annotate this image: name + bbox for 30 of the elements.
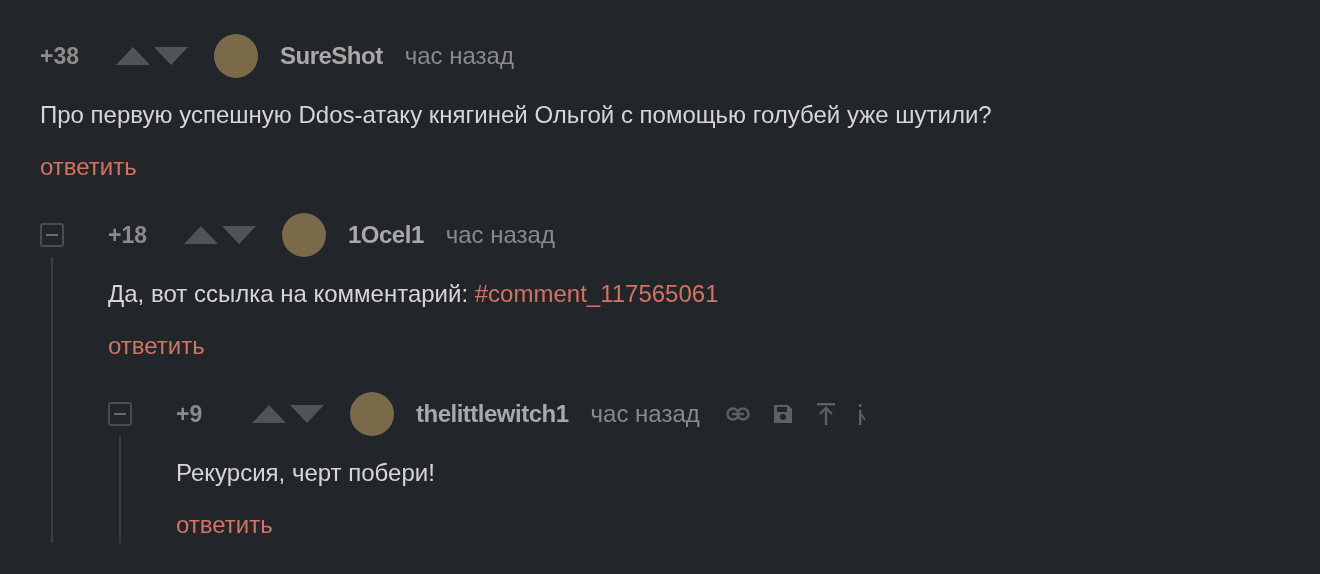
username[interactable]: thelittlewitch1 (416, 396, 569, 432)
comment-link[interactable]: #comment_117565061 (474, 280, 719, 307)
downvote-icon[interactable] (222, 226, 256, 244)
username[interactable]: 1Ocel1 (348, 217, 424, 253)
avatar[interactable] (214, 34, 258, 78)
rating: +9 (176, 399, 204, 429)
timestamp: час назад (445, 220, 555, 250)
save-icon[interactable] (771, 403, 794, 425)
reply-link[interactable]: ответить (176, 508, 273, 542)
username[interactable]: SureShot (280, 38, 383, 74)
downvote-icon[interactable] (290, 405, 324, 423)
comment-text: Рекурсия, черт побери! (176, 458, 436, 488)
upvote-icon[interactable] (184, 226, 218, 244)
link-icon[interactable] (725, 407, 750, 421)
collapse-button[interactable] (40, 223, 64, 247)
reply-link[interactable]: ответить (40, 150, 137, 184)
collapse-button[interactable] (108, 402, 132, 426)
upvote-icon[interactable] (252, 405, 286, 423)
avatar[interactable] (350, 392, 394, 436)
arrow-up-icon[interactable] (815, 402, 836, 426)
reply-link[interactable]: ответить (108, 329, 205, 363)
comment-text: Про первую успешную Ddos-атаку княгиней Ольгой с помощью голубей уже шутили? (40, 100, 993, 130)
timestamp: час назад (590, 399, 700, 429)
avatar[interactable] (282, 213, 326, 257)
rating: +38 (40, 41, 80, 71)
timestamp: час назад (404, 41, 514, 71)
comment-text: Да, вот ссылка на комментарий: #comment_117565061 (108, 279, 720, 309)
rating: +18 (108, 220, 148, 250)
upvote-icon[interactable] (116, 47, 150, 65)
downvote-icon[interactable] (154, 47, 188, 65)
